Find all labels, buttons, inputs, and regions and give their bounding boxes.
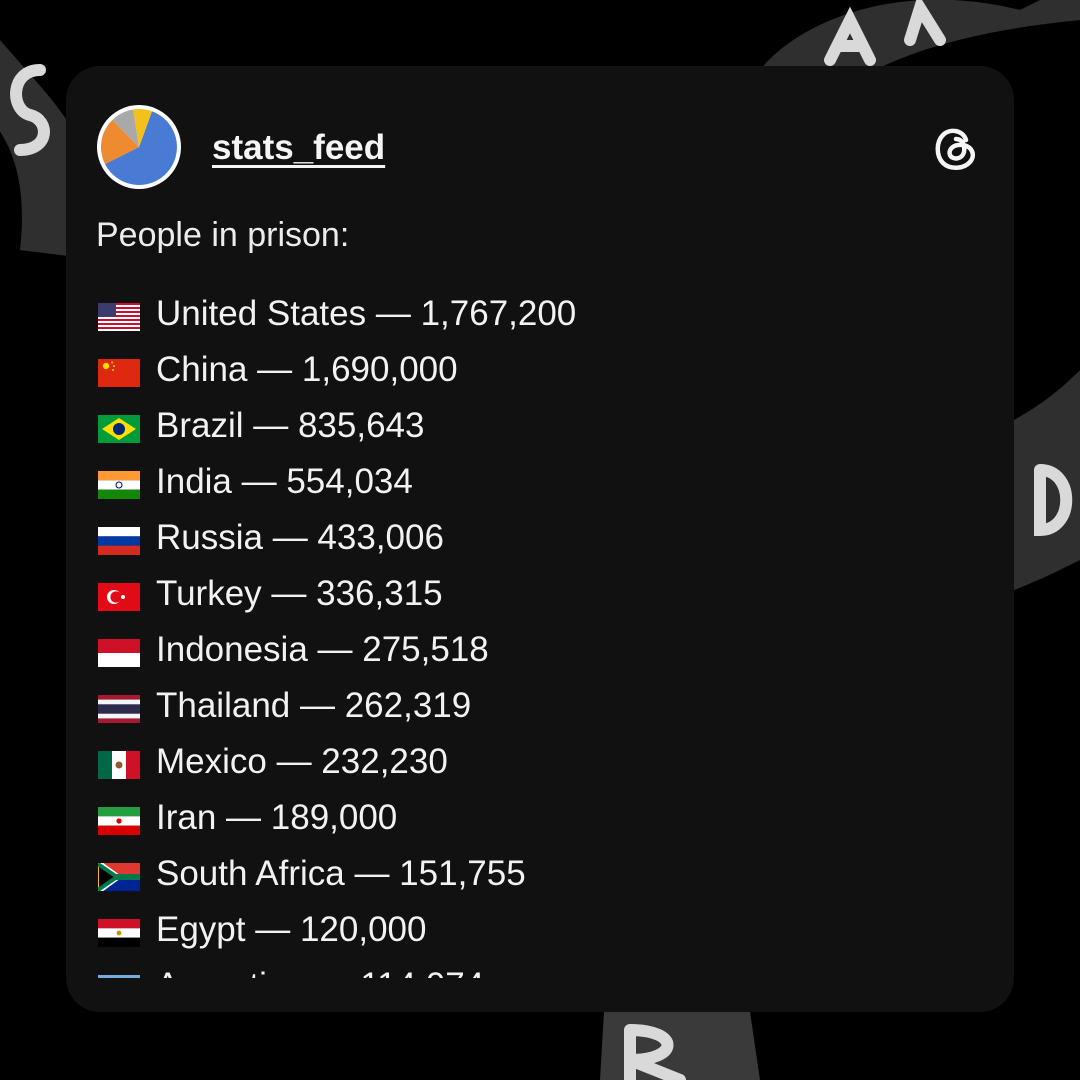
list-item: China — 1,690,000 bbox=[98, 342, 978, 398]
list-item-text: Argentina — 114,074 bbox=[156, 966, 484, 978]
flag-ru-icon bbox=[98, 524, 140, 555]
list-item: India — 554,034 bbox=[98, 454, 978, 510]
country-list: United States — 1,767,200 China — 1,690,0… bbox=[98, 286, 978, 978]
flag-eg-icon bbox=[98, 916, 140, 947]
username-link[interactable]: stats_feed bbox=[212, 128, 385, 168]
post-header: stats_feed bbox=[96, 104, 984, 192]
threads-logo-icon[interactable] bbox=[930, 122, 982, 174]
flag-us-icon bbox=[98, 300, 140, 331]
flag-ar-icon bbox=[98, 972, 140, 978]
list-item: United States — 1,767,200 bbox=[98, 286, 978, 342]
list-item-text: Egypt — 120,000 bbox=[156, 910, 427, 949]
list-item-text: Brazil — 835,643 bbox=[156, 406, 425, 445]
flag-za-icon bbox=[98, 859, 140, 895]
list-item: Iran — 189,000 bbox=[98, 790, 978, 846]
list-item-text: China — 1,690,000 bbox=[156, 350, 458, 389]
list-item: South Africa — 151,755 bbox=[98, 846, 978, 902]
list-item-text: India — 554,034 bbox=[156, 462, 413, 501]
list-item-text: Mexico — 232,230 bbox=[156, 742, 448, 781]
post-intro-text: People in prison: bbox=[96, 216, 350, 254]
list-item: Thailand — 262,319 bbox=[98, 678, 978, 734]
list-item-text: South Africa — 151,755 bbox=[156, 854, 526, 893]
flag-ir-icon bbox=[98, 804, 140, 835]
pie-chart-icon[interactable] bbox=[96, 104, 182, 190]
list-item: Argentina — 114,074 bbox=[98, 958, 978, 978]
flag-in-icon bbox=[98, 468, 140, 499]
list-item-text: Thailand — 262,319 bbox=[156, 686, 472, 725]
list-item-text: United States — 1,767,200 bbox=[156, 294, 577, 333]
list-item: Indonesia — 275,518 bbox=[98, 622, 978, 678]
ribbon-right bbox=[1014, 370, 1080, 590]
threads-post-card: stats_feed People in prison: United Stat… bbox=[66, 66, 1014, 1012]
flag-tr-icon bbox=[98, 580, 140, 611]
list-item: Brazil — 835,643 bbox=[98, 398, 978, 454]
list-item-text: Turkey — 336,315 bbox=[156, 574, 443, 613]
list-item: Mexico — 232,230 bbox=[98, 734, 978, 790]
flag-br-icon bbox=[98, 412, 140, 443]
list-item-text: Iran — 189,000 bbox=[156, 798, 398, 837]
list-item: Russia — 433,006 bbox=[98, 510, 978, 566]
flag-th-icon bbox=[98, 692, 140, 723]
flag-cn-icon bbox=[98, 356, 140, 387]
list-item: Turkey — 336,315 bbox=[98, 566, 978, 622]
list-item-text: Russia — 433,006 bbox=[156, 518, 444, 557]
list-item: Egypt — 120,000 bbox=[98, 902, 978, 958]
list-item-text: Indonesia — 275,518 bbox=[156, 630, 489, 669]
flag-mx-icon bbox=[98, 748, 140, 779]
flag-id-icon bbox=[98, 636, 140, 667]
